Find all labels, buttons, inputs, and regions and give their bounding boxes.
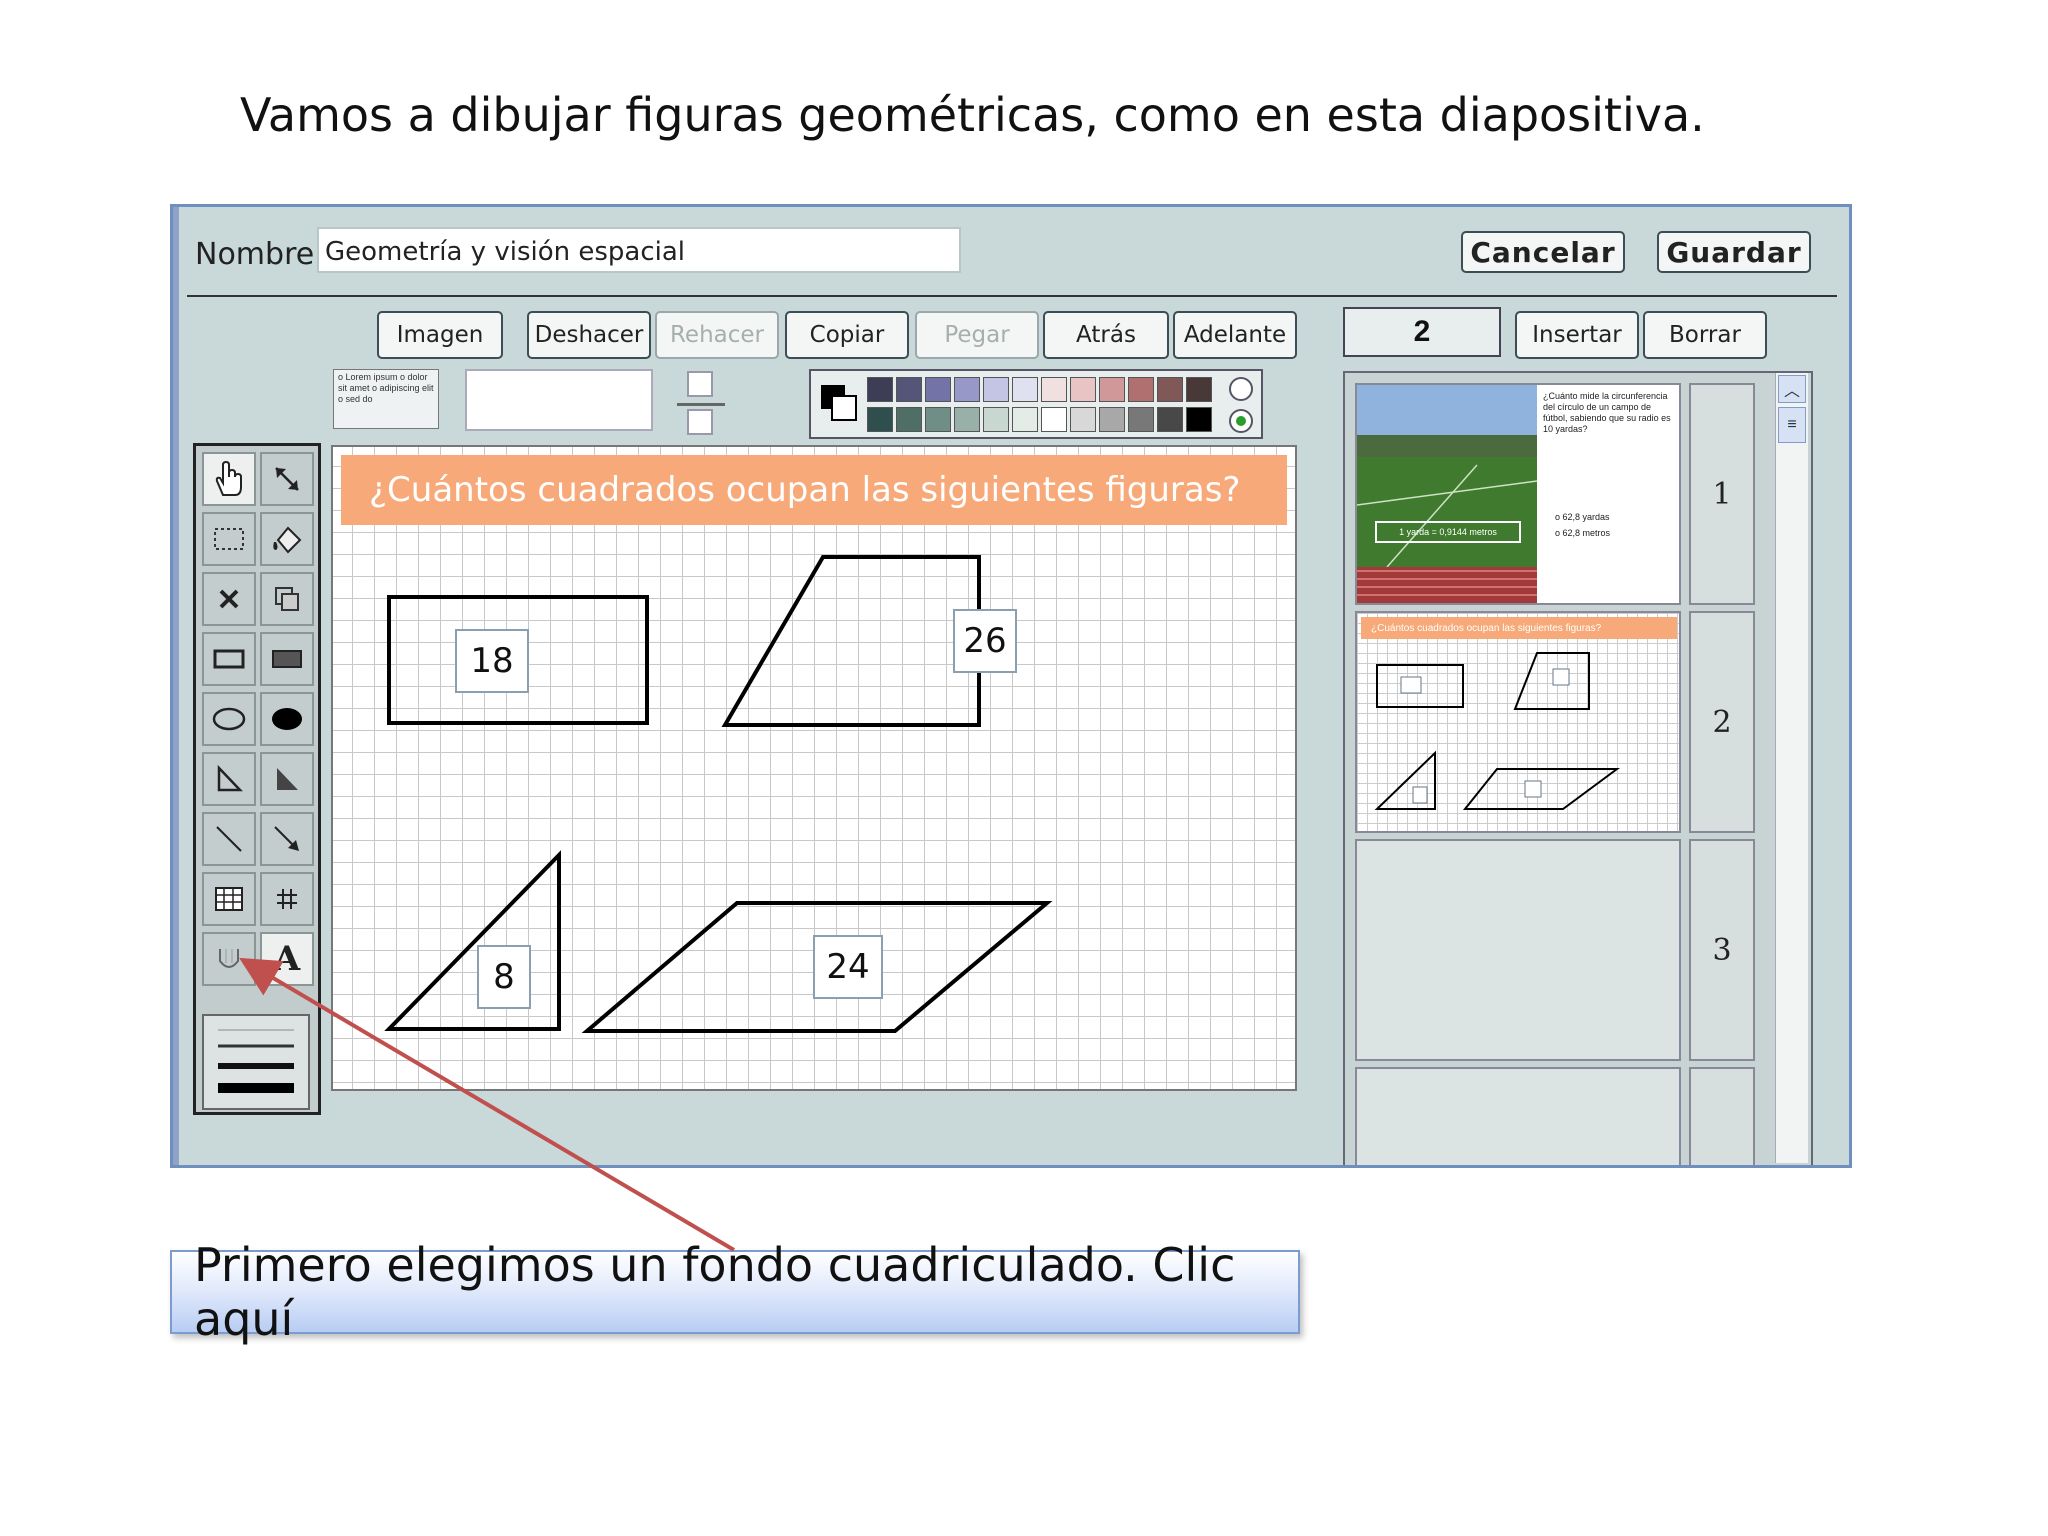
color-swatch[interactable] xyxy=(1012,407,1038,432)
save-button[interactable]: Guardar xyxy=(1657,231,1811,273)
thumbnail-number-2[interactable]: 2 xyxy=(1689,611,1755,833)
color-swatch[interactable] xyxy=(925,377,951,402)
rect-filled-icon[interactable] xyxy=(260,632,314,686)
paste-button[interactable]: Pegar xyxy=(915,311,1039,359)
ellipse-outline-icon[interactable] xyxy=(202,692,256,746)
slide-thumbnail-panel: 1 yarda = 0,9144 metros ¿Cuánto mide la … xyxy=(1343,371,1813,1165)
option-2: o 62,8 metros xyxy=(1555,528,1611,538)
color-swatch[interactable] xyxy=(954,377,980,402)
parallelogram-label[interactable]: 24 xyxy=(813,935,883,999)
color-swatch[interactable] xyxy=(1012,377,1038,402)
fraction-line xyxy=(677,403,725,406)
name-label: Nombre xyxy=(195,237,315,272)
delete-button[interactable]: Borrar xyxy=(1643,311,1767,359)
color-swatch[interactable] xyxy=(867,407,893,432)
triangle-shape xyxy=(384,850,561,1031)
color-swatch[interactable] xyxy=(1157,407,1183,432)
thumbnail-slide-3[interactable] xyxy=(1355,839,1681,1061)
drawing-canvas[interactable]: ¿Cuántos cuadrados ocupan las siguientes… xyxy=(331,445,1297,1091)
color-swatch[interactable] xyxy=(1186,407,1212,432)
thumbnail-number-4[interactable]: 4 xyxy=(1689,1067,1755,1165)
color-swatch[interactable] xyxy=(1186,377,1212,402)
name-input[interactable]: Geometría y visión espacial xyxy=(317,227,961,273)
table-icon[interactable] xyxy=(202,872,256,926)
text-input-box[interactable] xyxy=(465,369,653,431)
conversion-caption: 1 yarda = 0,9144 metros xyxy=(1375,521,1521,543)
color-palette xyxy=(809,369,1263,439)
color-swatch[interactable] xyxy=(1099,407,1125,432)
editor-window: Nombre Geometría y visión espacial Cance… xyxy=(170,204,1852,1168)
palette-radio-fill[interactable] xyxy=(1229,409,1253,433)
thumbnail-slide-2[interactable]: ¿Cuántos cuadrados ocupan las siguientes… xyxy=(1355,611,1681,833)
select-rect-icon[interactable] xyxy=(202,512,256,566)
resize-icon[interactable] xyxy=(260,452,314,506)
ellipse-filled-icon[interactable] xyxy=(260,692,314,746)
rectangle-label[interactable]: 18 xyxy=(455,629,529,693)
color-swatch[interactable] xyxy=(896,377,922,402)
color-swatch[interactable] xyxy=(1128,377,1154,402)
scroll-thumb[interactable]: ≡ xyxy=(1778,407,1806,443)
color-swatch[interactable] xyxy=(1128,407,1154,432)
slide-title: Vamos a dibujar figuras geométricas, com… xyxy=(240,88,1705,142)
grid-icon[interactable] xyxy=(260,872,314,926)
color-swatch[interactable] xyxy=(925,407,951,432)
cancel-button[interactable]: Cancelar xyxy=(1461,231,1625,273)
numerator-box[interactable] xyxy=(687,371,713,397)
denominator-box[interactable] xyxy=(687,409,713,435)
thumbnail-slide-4[interactable] xyxy=(1355,1067,1681,1165)
grid-background-icon[interactable] xyxy=(202,932,256,986)
triangle-filled-icon[interactable] xyxy=(260,752,314,806)
current-color-icon[interactable] xyxy=(821,385,857,421)
undo-button[interactable]: Deshacer xyxy=(527,311,651,359)
redo-button[interactable]: Rehacer xyxy=(655,311,779,359)
fill-icon[interactable] xyxy=(260,512,314,566)
triangle-outline-icon[interactable] xyxy=(202,752,256,806)
color-swatch[interactable] xyxy=(1070,377,1096,402)
drawing-toolbox: A xyxy=(193,443,321,1115)
back-button[interactable]: Atrás xyxy=(1043,311,1169,359)
duplicate-icon[interactable] xyxy=(260,572,314,626)
thumbnail-shapes xyxy=(1374,652,1621,810)
image-button[interactable]: Imagen xyxy=(377,311,503,359)
header-divider xyxy=(187,295,1837,297)
insert-button[interactable]: Insertar xyxy=(1515,311,1639,359)
stadium-photo xyxy=(1357,385,1537,603)
trapezoid-shape xyxy=(721,555,981,727)
line-width-selector[interactable] xyxy=(202,1014,310,1110)
thumbnail-number-3[interactable]: 3 xyxy=(1689,839,1755,1061)
line-icon[interactable] xyxy=(202,812,256,866)
color-swatch[interactable] xyxy=(1041,407,1067,432)
thumbnail-slide-1[interactable]: 1 yarda = 0,9144 metros ¿Cuánto mide la … xyxy=(1355,383,1681,605)
thumbnail-question-text: ¿Cuánto mide la circunferencia del círcu… xyxy=(1543,391,1671,434)
thumbnail-scrollbar[interactable]: ︿ ≡ xyxy=(1775,373,1808,1163)
color-swatch[interactable] xyxy=(867,377,893,402)
instruction-callout: Primero elegimos un fondo cuadriculado. … xyxy=(170,1238,1300,1346)
delete-icon[interactable] xyxy=(202,572,256,626)
text-icon[interactable]: A xyxy=(260,932,314,986)
scroll-up-icon[interactable]: ︿ xyxy=(1778,375,1806,403)
arrow-line-icon[interactable] xyxy=(260,812,314,866)
thumbnail-number-1[interactable]: 1 xyxy=(1689,383,1755,605)
option-1: o 62,8 yardas xyxy=(1555,512,1610,522)
current-slide-number: 2 xyxy=(1343,307,1501,357)
palette-radio-stroke[interactable] xyxy=(1229,377,1253,401)
color-swatch[interactable] xyxy=(983,377,1009,402)
rect-outline-icon[interactable] xyxy=(202,632,256,686)
color-swatch[interactable] xyxy=(983,407,1009,432)
color-swatch[interactable] xyxy=(1070,407,1096,432)
color-swatch[interactable] xyxy=(1041,377,1067,402)
forward-button[interactable]: Adelante xyxy=(1173,311,1297,359)
trapezoid-label[interactable]: 26 xyxy=(953,609,1017,673)
copy-button[interactable]: Copiar xyxy=(785,311,909,359)
color-swatch[interactable] xyxy=(954,407,980,432)
list-format-sample[interactable]: o Lorem ipsum o dolor sit amet o adipisc… xyxy=(333,369,439,429)
hand-icon[interactable] xyxy=(202,452,256,506)
color-swatch[interactable] xyxy=(1099,377,1125,402)
color-swatch[interactable] xyxy=(896,407,922,432)
triangle-label[interactable]: 8 xyxy=(477,945,531,1009)
color-swatch[interactable] xyxy=(1157,377,1183,402)
